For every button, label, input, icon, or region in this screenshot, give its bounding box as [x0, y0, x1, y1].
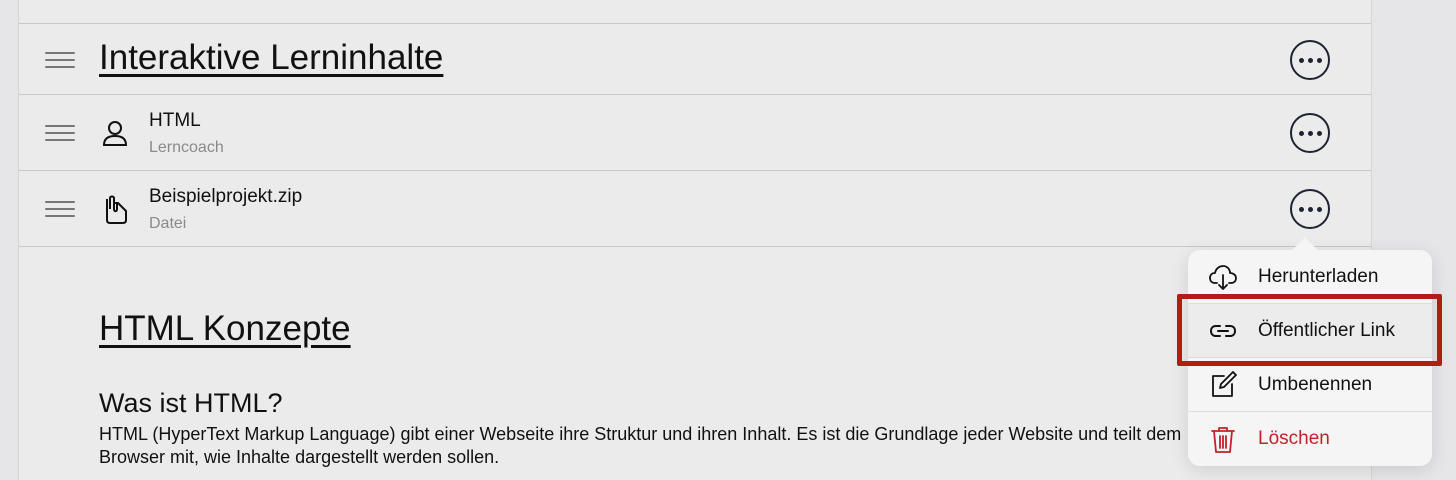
highlight-box [1177, 294, 1442, 366]
menu-item-label: Herunterladen [1258, 266, 1379, 287]
file-attachment-icon [106, 195, 127, 224]
section-title[interactable]: Interaktive Lerninhalte [99, 38, 443, 78]
menu-item-rename[interactable]: Umbenennen [1188, 358, 1432, 412]
drag-handle-icon[interactable] [45, 125, 75, 141]
cloud-download-icon [1209, 265, 1237, 290]
user-icon [102, 121, 128, 146]
more-options-button[interactable] [1290, 40, 1330, 80]
item-subtitle: Lerncoach [149, 139, 224, 156]
menu-item-label: Löschen [1258, 428, 1330, 449]
edit-icon [1212, 371, 1237, 397]
section-header-row: Interaktive Lerninhalte [19, 24, 1371, 95]
item-subtitle: Datei [149, 215, 187, 232]
content-title: HTML Konzepte [99, 309, 351, 348]
more-options-button[interactable] [1290, 113, 1330, 153]
list-item: HTML Lerncoach [19, 95, 1371, 171]
more-options-button[interactable] [1290, 189, 1330, 229]
menu-item-delete[interactable]: Löschen [1188, 412, 1432, 466]
top-row [19, 0, 1371, 24]
content-card: Interaktive Lerninhalte HTML Lerncoach B… [18, 0, 1372, 480]
list-item: Beispielprojekt.zip Datei [19, 171, 1371, 247]
content-paragraph: HTML (HyperText Markup Language) gibt ei… [99, 424, 1182, 467]
drag-handle-icon[interactable] [45, 52, 75, 68]
trash-icon [1211, 427, 1235, 453]
item-title[interactable]: HTML [149, 110, 201, 132]
drag-handle-icon[interactable] [45, 201, 75, 217]
menu-item-label: Umbenennen [1258, 374, 1373, 395]
content-heading: Was ist HTML? [99, 388, 283, 418]
item-title[interactable]: Beispielprojekt.zip [149, 186, 302, 208]
